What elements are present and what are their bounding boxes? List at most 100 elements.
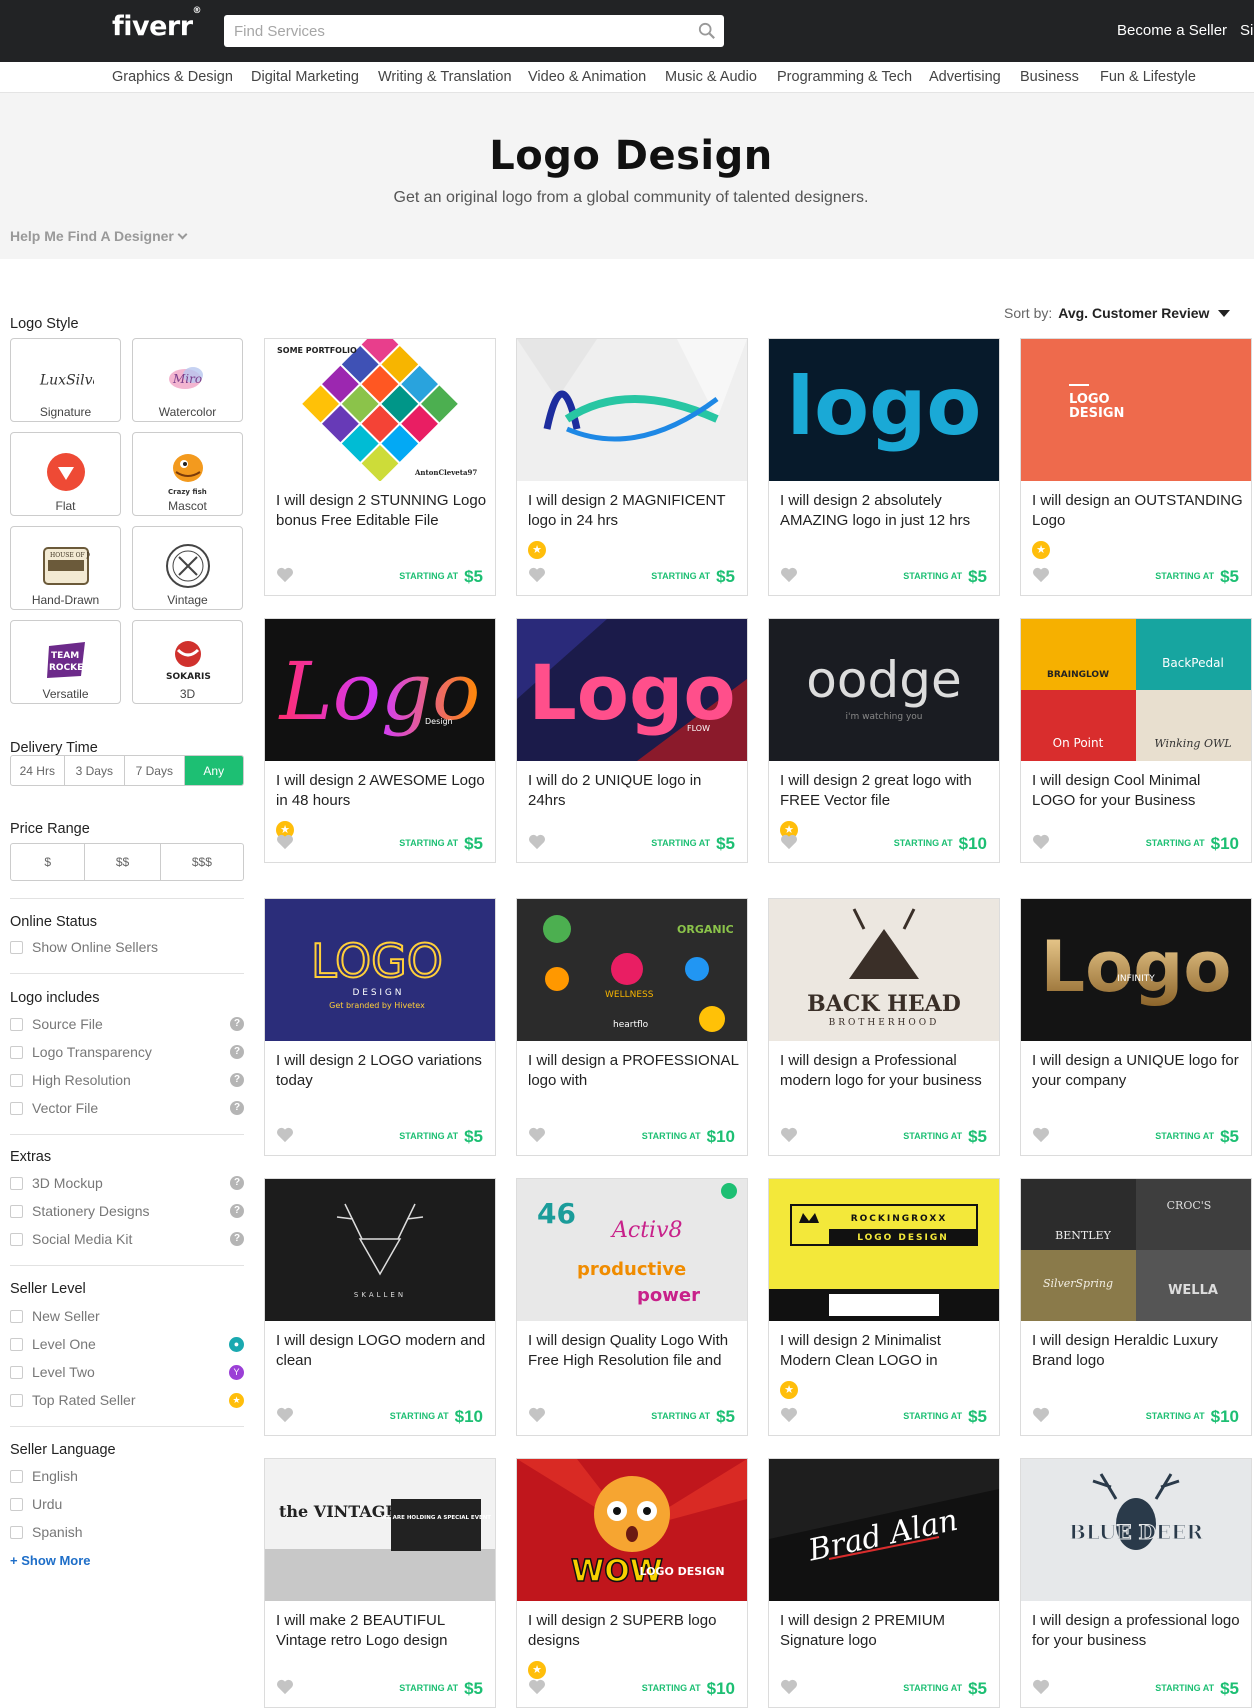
gig-title[interactable]: I will make 2 BEAUTIFUL Vintage retro Lo… <box>276 1611 488 1651</box>
gig-thumbnail[interactable]: the VINTAGE LOGO WE ARE HOLDING A SPECIA… <box>265 1459 495 1601</box>
gig-card[interactable]: BENTLEY CROC'S SilverSpring WELLA I will… <box>1020 1178 1252 1436</box>
checkbox-spanish[interactable]: Spanish <box>10 1522 244 1542</box>
delivery-any[interactable]: Any <box>184 756 243 785</box>
help-icon[interactable]: ? <box>230 1204 244 1218</box>
nav-writing-translation[interactable]: Writing & Translation <box>378 69 512 85</box>
gig-card[interactable]: WOW LOGO DESIGN I will design 2 SUPERB l… <box>516 1458 748 1708</box>
gig-title[interactable]: I will design 2 PREMIUM Signature logo <box>780 1611 992 1651</box>
help-icon[interactable]: ? <box>230 1017 244 1031</box>
gig-title[interactable]: I will design Heraldic Luxury Brand logo <box>1032 1331 1244 1371</box>
checkbox-social-media-kit[interactable]: Social Media Kit? <box>10 1229 244 1249</box>
gig-thumbnail[interactable]: BACK HEAD BROTHERHOOD <box>769 899 999 1041</box>
style-flat[interactable]: Flat <box>10 432 121 516</box>
checkbox-top-rated-seller[interactable]: Top Rated Seller ★ <box>10 1390 244 1410</box>
heart-icon[interactable] <box>1032 834 1050 850</box>
gig-thumbnail[interactable]: oodge i'm watching you <box>769 619 999 761</box>
heart-icon[interactable] <box>528 1127 546 1143</box>
gig-thumbnail[interactable]: Logo FLOW <box>517 619 747 761</box>
gig-thumbnail[interactable]: Brad Alan <box>769 1459 999 1601</box>
gig-title[interactable]: I will design 2 STUNNING Logo bonus Free… <box>276 491 488 531</box>
gig-card[interactable]: the VINTAGE LOGO WE ARE HOLDING A SPECIA… <box>264 1458 496 1708</box>
checkbox-urdu[interactable]: Urdu <box>10 1494 244 1514</box>
checkbox-level-one[interactable]: Level One ● <box>10 1334 244 1354</box>
gig-card[interactable]: Logo INFINITY I will design a UNIQUE log… <box>1020 898 1252 1156</box>
heart-icon[interactable] <box>780 834 798 850</box>
heart-icon[interactable] <box>780 567 798 583</box>
nav-graphics-design[interactable]: Graphics & Design <box>112 69 233 85</box>
help-icon[interactable]: ? <box>230 1073 244 1087</box>
gig-card[interactable]: oodge i'm watching you I will design 2 g… <box>768 618 1000 863</box>
price-low[interactable]: $ <box>11 844 86 880</box>
gig-card[interactable]: SOME PORTFOLIO AntonCleveta97 I will des… <box>264 338 496 596</box>
help-icon[interactable]: ? <box>230 1232 244 1246</box>
gig-card[interactable]: I will design 2 MAGNIFICENT logo in 24 h… <box>516 338 748 596</box>
gig-thumbnail[interactable]: BLUE DEER <box>1021 1459 1251 1601</box>
nav-advertising[interactable]: Advertising <box>929 69 1001 85</box>
search-icon[interactable] <box>698 22 716 40</box>
gig-title[interactable]: I will design a UNIQUE logo for your com… <box>1032 1051 1244 1091</box>
gig-thumbnail[interactable]: BENTLEY CROC'S SilverSpring WELLA <box>1021 1179 1251 1321</box>
gig-thumbnail[interactable] <box>517 339 747 481</box>
nav-digital-marketing[interactable]: Digital Marketing <box>251 69 359 85</box>
price-mid[interactable]: $$ <box>85 844 161 880</box>
gig-card[interactable]: Brad Alan I will design 2 PREMIUM Signat… <box>768 1458 1000 1708</box>
gig-thumbnail[interactable]: WOW LOGO DESIGN <box>517 1459 747 1601</box>
gig-title[interactable]: I will design a PROFESSIONAL logo with <box>528 1051 740 1091</box>
checkbox-level-two[interactable]: Level Two Y <box>10 1362 244 1382</box>
heart-icon[interactable] <box>276 1679 294 1695</box>
gig-card[interactable]: SKALLEN I will design LOGO modern and cl… <box>264 1178 496 1436</box>
gig-thumbnail[interactable]: Logo Design <box>265 619 495 761</box>
gig-thumbnail[interactable]: LOGO D E S I G N Get branded by Hivetex <box>265 899 495 1041</box>
gig-card[interactable]: ROCKINGROXX LOGO DESIGN I will design 2 … <box>768 1178 1000 1436</box>
heart-icon[interactable] <box>276 834 294 850</box>
gig-thumbnail[interactable]: Logo INFINITY <box>1021 899 1251 1041</box>
help-icon[interactable]: ? <box>230 1101 244 1115</box>
fiverr-logo[interactable]: fiverr® <box>112 6 202 42</box>
gig-title[interactable]: I will do 2 UNIQUE logo in 24hrs <box>528 771 740 811</box>
price-high[interactable]: $$$ <box>161 844 243 880</box>
heart-icon[interactable] <box>528 1407 546 1423</box>
gig-card[interactable]: BACK HEAD BROTHERHOOD I will design a Pr… <box>768 898 1000 1156</box>
gig-title[interactable]: I will design 2 great logo with FREE Vec… <box>780 771 992 811</box>
checkbox-logo-transparency[interactable]: Logo Transparency? <box>10 1042 244 1062</box>
gig-title[interactable]: I will design an OUTSTANDING Logo <box>1032 491 1244 531</box>
style-3d[interactable]: SOKARIS 3D <box>132 620 243 704</box>
gig-card[interactable]: Logo Design I will design 2 AWESOME Logo… <box>264 618 496 863</box>
style-hand-drawn[interactable]: HOUSE OF JOY Hand-Drawn <box>10 526 121 610</box>
style-versatile[interactable]: TEAM ROCKET Versatile <box>10 620 121 704</box>
style-watercolor[interactable]: Miro Watercolor <box>132 338 243 422</box>
gig-title[interactable]: I will design 2 MAGNIFICENT logo in 24 h… <box>528 491 740 531</box>
sort-control[interactable]: Sort by: Avg. Customer Review <box>1004 305 1231 321</box>
gig-card[interactable]: Logo FLOW I will do 2 UNIQUE logo in 24h… <box>516 618 748 863</box>
checkbox-high-resolution[interactable]: High Resolution? <box>10 1070 244 1090</box>
heart-icon[interactable] <box>1032 1127 1050 1143</box>
checkbox-new-seller[interactable]: New Seller <box>10 1306 244 1326</box>
heart-icon[interactable] <box>1032 567 1050 583</box>
heart-icon[interactable] <box>1032 1679 1050 1695</box>
gig-title[interactable]: I will design 2 Minimalist Modern Clean … <box>780 1331 992 1371</box>
heart-icon[interactable] <box>276 1407 294 1423</box>
heart-icon[interactable] <box>528 1679 546 1695</box>
checkbox-online-sellers[interactable]: Show Online Sellers <box>10 937 244 957</box>
checkbox-source-file[interactable]: Source File? <box>10 1014 244 1034</box>
gig-title[interactable]: I will design Quality Logo With Free Hig… <box>528 1331 740 1371</box>
gig-title[interactable]: I will design LOGO modern and clean <box>276 1331 488 1371</box>
style-vintage[interactable]: Vintage <box>132 526 243 610</box>
heart-icon[interactable] <box>780 1407 798 1423</box>
heart-icon[interactable] <box>780 1679 798 1695</box>
gig-thumbnail[interactable]: ROCKINGROXX LOGO DESIGN <box>769 1179 999 1321</box>
nav-video-animation[interactable]: Video & Animation <box>528 69 646 85</box>
delivery-24hrs[interactable]: 24 Hrs <box>11 756 65 785</box>
checkbox-3d-mockup[interactable]: 3D Mockup? <box>10 1173 244 1193</box>
nav-music-audio[interactable]: Music & Audio <box>665 69 757 85</box>
gig-title[interactable]: I will design a professional logo for yo… <box>1032 1611 1244 1651</box>
search-input[interactable] <box>224 15 684 47</box>
gig-thumbnail[interactable]: logo <box>769 339 999 481</box>
gig-title[interactable]: I will design a Professional modern logo… <box>780 1051 992 1091</box>
checkbox-vector-file[interactable]: Vector File? <box>10 1098 244 1118</box>
show-more-link[interactable]: + Show More <box>10 1553 91 1568</box>
gig-card[interactable]: LOGO DESIGN I will design an OUTSTANDING … <box>1020 338 1252 596</box>
gig-thumbnail[interactable]: ORGANIC WELLNESS heartflo <box>517 899 747 1041</box>
gig-card[interactable]: 46 Activ8 productive power I will design… <box>516 1178 748 1436</box>
nav-fun-lifestyle[interactable]: Fun & Lifestyle <box>1100 69 1196 85</box>
